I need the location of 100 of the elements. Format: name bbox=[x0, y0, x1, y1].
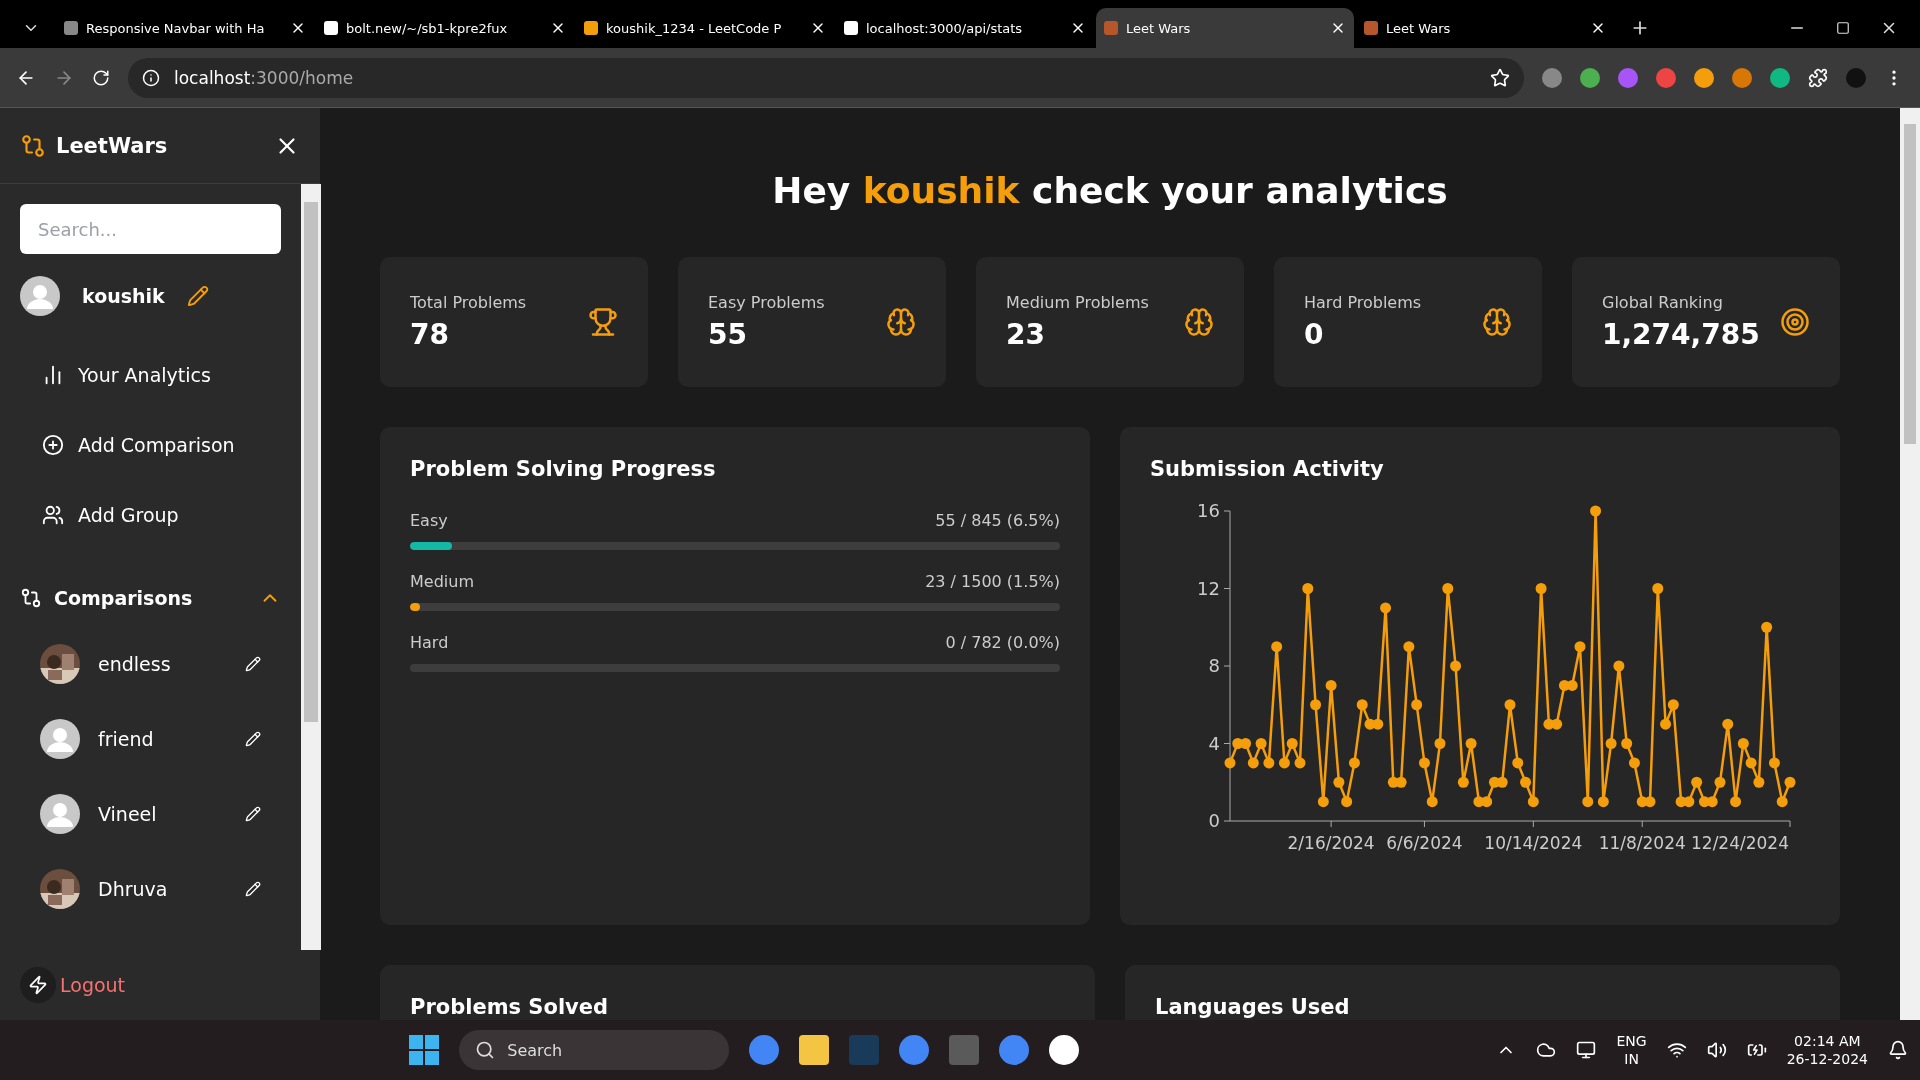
data-point bbox=[1496, 776, 1508, 788]
data-point bbox=[1722, 718, 1734, 730]
data-point bbox=[1310, 699, 1322, 711]
edit-icon[interactable] bbox=[186, 285, 209, 307]
reload-icon[interactable] bbox=[92, 68, 110, 87]
nav-item[interactable]: Add Comparison bbox=[20, 410, 281, 480]
data-point bbox=[1652, 583, 1664, 594]
comparison-item[interactable]: Dhruva bbox=[20, 851, 281, 926]
data-point bbox=[1294, 757, 1306, 769]
data-point bbox=[1286, 738, 1298, 749]
panel-title: Problem Solving Progress bbox=[410, 457, 717, 481]
language-indicator[interactable]: ENG IN bbox=[1616, 1031, 1647, 1069]
cloud-icon[interactable] bbox=[1536, 1040, 1557, 1060]
nav-item[interactable]: Add Group bbox=[20, 480, 281, 550]
section-header[interactable]: Comparisons bbox=[20, 570, 281, 626]
user-name: koushik bbox=[82, 285, 165, 307]
bookmark-icon[interactable] bbox=[1490, 67, 1510, 88]
scrollbar[interactable] bbox=[1900, 108, 1920, 1020]
scrollbar[interactable] bbox=[301, 184, 321, 950]
data-point bbox=[1403, 641, 1415, 653]
data-point bbox=[1481, 796, 1493, 808]
data-point bbox=[1590, 505, 1602, 517]
data-point bbox=[1302, 583, 1314, 594]
browser-tab[interactable]: Leet Wars bbox=[1356, 8, 1614, 48]
data-point bbox=[1621, 738, 1633, 749]
data-point bbox=[1683, 796, 1695, 808]
axis-label: 16 bbox=[1197, 500, 1220, 521]
stat-label: Total Problems bbox=[410, 293, 528, 312]
avatar-icon bbox=[20, 276, 60, 316]
maximize-icon[interactable] bbox=[1836, 21, 1850, 35]
comparison-item[interactable]: Vineel bbox=[20, 776, 281, 851]
axis-label: 0 bbox=[1208, 810, 1220, 831]
wifi-icon[interactable] bbox=[1666, 1040, 1687, 1060]
browser-tab[interactable]: Leet Wars bbox=[1096, 8, 1354, 48]
comparison-item[interactable]: friend bbox=[20, 701, 281, 776]
stat-label: Medium Problems bbox=[1006, 293, 1150, 312]
data-point bbox=[1582, 796, 1594, 808]
notification-icon[interactable] bbox=[1888, 1040, 1908, 1060]
panel-title: Languages Used bbox=[1155, 995, 1351, 1019]
windows-start-icon[interactable] bbox=[409, 1035, 440, 1065]
data-point bbox=[1753, 776, 1765, 788]
data-point bbox=[1333, 776, 1345, 788]
browser-tab[interactable]: koushik_1234 - LeetCode P bbox=[576, 8, 834, 48]
brand-name: LeetWars bbox=[56, 133, 169, 158]
stat-label: Hard Problems bbox=[1304, 293, 1423, 312]
data-point bbox=[1457, 776, 1469, 788]
page-heading: Hey koushik check your analytics bbox=[771, 170, 1449, 211]
data-point bbox=[1768, 757, 1780, 769]
data-point bbox=[1465, 738, 1477, 749]
data-point bbox=[1240, 738, 1252, 749]
data-point bbox=[1325, 679, 1337, 691]
avatar-icon bbox=[40, 793, 80, 834]
add-icon bbox=[42, 434, 64, 456]
data-point bbox=[1395, 776, 1407, 788]
data-point bbox=[1442, 583, 1454, 594]
logout-link[interactable]: Logout bbox=[60, 974, 126, 996]
display-icon[interactable] bbox=[1576, 1040, 1597, 1060]
browser-tab[interactable]: Responsive Navbar with Ha bbox=[56, 8, 314, 48]
data-point bbox=[1730, 796, 1742, 808]
stat-value: 0 bbox=[1304, 318, 1325, 351]
search-field[interactable]: Search... bbox=[20, 204, 281, 254]
data-point bbox=[1551, 718, 1563, 730]
progress-reading: 0 / 782 (0.0%) bbox=[945, 633, 1060, 652]
data-point bbox=[1737, 738, 1749, 749]
logo-icon bbox=[20, 132, 46, 159]
data-point bbox=[1714, 776, 1726, 788]
data-point bbox=[1613, 660, 1625, 672]
data-point bbox=[1317, 796, 1329, 808]
axis-label: 8 bbox=[1208, 655, 1220, 676]
axis-label: 6/6/2024 bbox=[1386, 833, 1463, 853]
data-point bbox=[1784, 776, 1796, 788]
nav-item[interactable]: Your Analytics bbox=[20, 340, 281, 410]
lightning-icon[interactable] bbox=[20, 967, 56, 1003]
data-point bbox=[1356, 699, 1368, 711]
progress-reading: 55 / 845 (6.5%) bbox=[935, 511, 1060, 530]
data-point bbox=[1520, 776, 1532, 788]
browser-tab[interactable]: bolt.new/~/sb1-kpre2fux bbox=[316, 8, 574, 48]
data-point bbox=[1535, 583, 1547, 594]
data-point bbox=[1504, 699, 1516, 711]
data-point bbox=[1512, 757, 1524, 769]
data-point bbox=[1605, 738, 1617, 749]
axis-label: 12/24/2024 bbox=[1691, 833, 1789, 853]
avatar-icon bbox=[40, 718, 80, 759]
extensions-icon[interactable] bbox=[1808, 67, 1828, 88]
data-point bbox=[1278, 757, 1290, 769]
stat-value: 78 bbox=[410, 318, 450, 351]
comparison-item[interactable]: endless bbox=[20, 626, 281, 701]
browser-tab[interactable]: localhost:3000/api/stats bbox=[836, 8, 1094, 48]
stat-label: Easy Problems bbox=[708, 293, 826, 312]
axis-label: 12 bbox=[1197, 577, 1220, 599]
taskbar-search[interactable]: Search bbox=[459, 1030, 730, 1070]
data-point bbox=[1271, 641, 1283, 653]
users-icon bbox=[42, 504, 64, 526]
clock[interactable]: 02:14 AM 26-12-2024 bbox=[1786, 1031, 1868, 1069]
data-point bbox=[1372, 718, 1384, 730]
progress-label: Medium bbox=[410, 572, 474, 591]
stat-value: 23 bbox=[1006, 318, 1046, 351]
address-bar[interactable]: localhost:3000/home bbox=[128, 57, 1524, 98]
volume-icon[interactable] bbox=[1706, 1040, 1727, 1060]
axis-label: 4 bbox=[1208, 732, 1220, 754]
